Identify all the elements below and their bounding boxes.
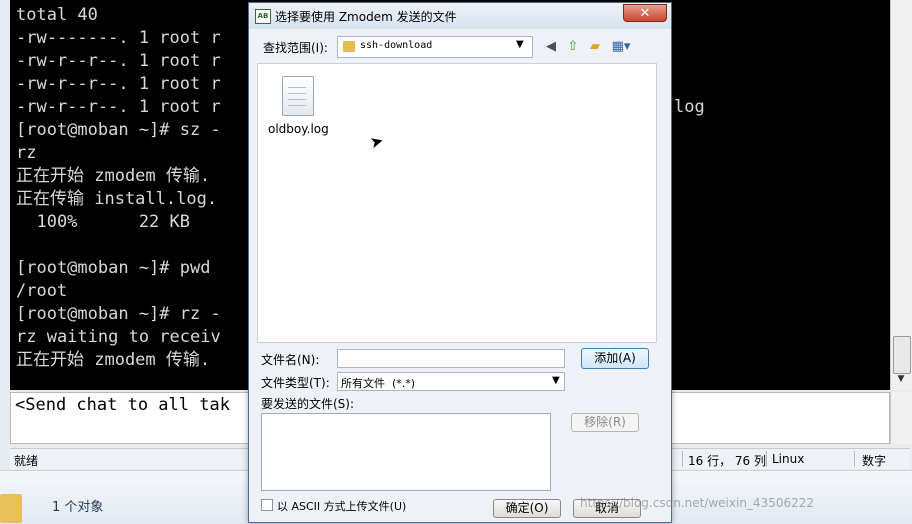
watermark: https://blog.csdn.net/weixin_43506222 <box>580 496 815 510</box>
ok-button[interactable]: 确定(O) <box>493 499 561 518</box>
terminal-line: 正在开始 zmodem 传输. <box>16 350 211 370</box>
document-icon <box>282 76 314 116</box>
terminal-line: 正在传输 install.log. <box>16 189 218 209</box>
terminal-line: 正在开始 zmodem 传输. <box>16 166 211 186</box>
terminal-line: -rw-------. 1 root r <box>16 28 221 48</box>
ascii-upload-label: 以 ASCII 方式上传文件(U) <box>277 500 407 513</box>
mouse-cursor-icon: ➤ <box>367 130 386 153</box>
folder-icon <box>343 41 355 52</box>
status-os: Linux <box>772 452 805 466</box>
look-in-select[interactable]: ssh-download ▼ <box>337 36 533 58</box>
views-menu-icon[interactable]: ▦▾ <box>609 39 633 55</box>
add-button[interactable]: 添加(A) <box>581 348 649 369</box>
status-mode: 数字 <box>862 454 887 468</box>
scroll-down-icon[interactable]: ▼ <box>893 374 909 388</box>
folder-icon <box>0 494 22 523</box>
filename-label: 文件名(N): <box>261 353 320 367</box>
terminal-line: rz <box>16 143 37 163</box>
chevron-down-icon: ▼ <box>552 375 560 386</box>
dialog-titlebar[interactable]: AB 选择要使用 Zmodem 发送的文件 ✕ <box>249 3 671 29</box>
status-position: 16 行， 76 列 <box>688 454 766 468</box>
close-icon: ✕ <box>639 6 651 21</box>
filetype-select[interactable]: 所有文件 (*.*) ▼ <box>337 372 565 391</box>
send-list-label: 要发送的文件(S): <box>261 397 355 411</box>
scrollbar-thumb[interactable] <box>893 336 911 374</box>
back-icon[interactable]: ◀ <box>543 39 559 55</box>
terminal-line: -rw-r--r--. 1 root r <box>16 51 221 71</box>
file-name: oldboy.log <box>268 122 329 136</box>
terminal-line: rz waiting to receiv <box>16 327 221 347</box>
object-count: 1 个对象 <box>52 500 104 515</box>
chevron-down-icon: ▼ <box>516 39 524 50</box>
close-button[interactable]: ✕ <box>623 4 667 22</box>
look-in-value: ssh-download <box>360 40 433 51</box>
status-divider <box>682 451 683 467</box>
status-divider <box>854 451 855 467</box>
terminal-line: [root@moban ~]# pwd <box>16 258 211 278</box>
look-in-label: 查找范围(I): <box>263 41 328 55</box>
filename-field[interactable] <box>337 349 565 368</box>
terminal-line: /root <box>16 281 68 301</box>
file-list[interactable]: oldboy.log ➤ <box>257 63 657 343</box>
new-folder-icon[interactable]: ▰ <box>587 39 603 55</box>
status-divider <box>766 451 767 467</box>
ascii-upload-checkbox[interactable] <box>261 499 273 511</box>
chat-input-text: <Send chat to all tak <box>15 395 230 415</box>
app-icon: AB <box>255 9 271 24</box>
terminal-line: [root@moban ~]# sz - <box>16 120 221 140</box>
filetype-value: 所有文件 (*.*) <box>341 377 416 390</box>
terminal-scrollbar[interactable] <box>890 0 912 390</box>
terminal-line: -rw-r--r--. 1 root r <box>16 97 221 117</box>
up-folder-icon[interactable]: ⇧ <box>565 39 581 55</box>
status-ready: 就绪 <box>14 454 39 468</box>
dialog-title: 选择要使用 Zmodem 发送的文件 <box>275 10 457 24</box>
send-file-list[interactable] <box>261 413 551 491</box>
zmodem-file-dialog: AB 选择要使用 Zmodem 发送的文件 ✕ 查找范围(I): ssh-dow… <box>248 2 672 523</box>
terminal-line: [root@moban ~]# rz - <box>16 304 221 324</box>
terminal-line: -rw-r--r--. 1 root r <box>16 74 221 94</box>
terminal-line-fragment: log <box>674 97 705 117</box>
terminal-line: total 40 <box>16 5 98 25</box>
chat-scrollbar[interactable] <box>890 392 912 444</box>
filetype-label: 文件类型(T): <box>261 376 330 390</box>
file-item[interactable]: oldboy.log <box>268 72 336 142</box>
terminal-line: 100% 22 KB <box>16 212 190 232</box>
remove-button[interactable]: 移除(R) <box>571 413 639 432</box>
